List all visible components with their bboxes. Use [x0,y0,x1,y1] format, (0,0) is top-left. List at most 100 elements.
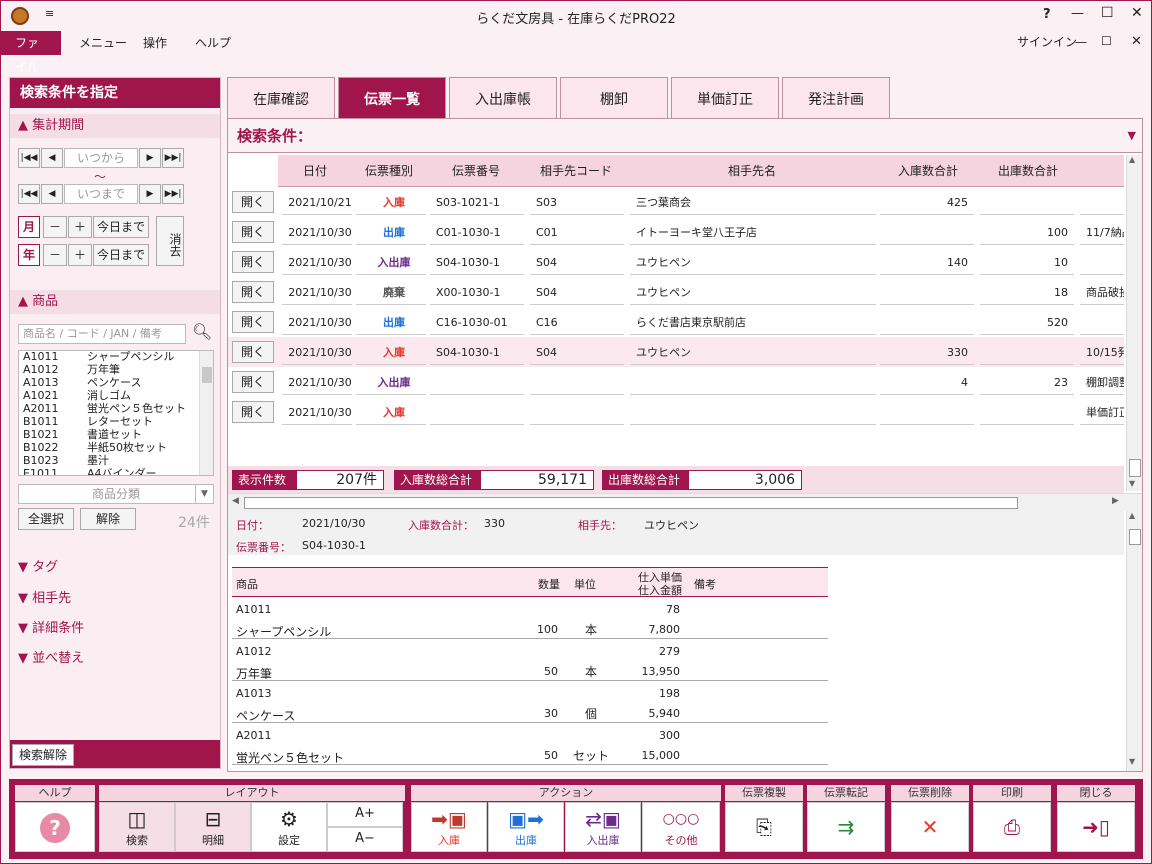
col-out-total[interactable]: 出庫数合計 [978,155,1078,187]
scroll-thumb[interactable] [202,367,212,383]
table-row[interactable]: 開く 2021/10/30廃棄X00-1030-1S04ユウヒペン 18商品破損 [228,277,1124,307]
menu-file[interactable]: ファイル [1,31,61,74]
year-plus-button[interactable]: ＋ [68,244,92,266]
layout-search-button[interactable]: ◫ 検索 [99,802,175,852]
col-in-total[interactable]: 入庫数合計 [878,155,978,187]
sub-minimize-button[interactable]: — [1075,35,1087,49]
product-list-item[interactable]: B1023 墨汁 [21,454,199,467]
tab-price-correction[interactable]: 単価訂正 [671,77,779,119]
help-button[interactable]: ? [15,802,95,852]
scroll-up-icon[interactable]: ▲ [1129,511,1135,520]
month-minus-button[interactable]: － [43,216,67,238]
to-date-input[interactable]: いつまで [64,184,138,204]
table-row[interactable]: 開く 2021/10/30入出庫 423棚卸調整 [228,367,1124,397]
scroll-thumb[interactable] [1129,459,1141,477]
product-list-item[interactable]: B1021 書道セット [21,428,199,441]
section-tag[interactable]: ▼ タグ [10,556,220,580]
delete-voucher-button[interactable]: ✕ [891,802,969,852]
font-down-button[interactable]: A− [327,827,403,852]
col-number[interactable]: 伝票番号 [426,155,526,187]
open-voucher-button[interactable]: 開く [232,251,274,273]
detail-row[interactable]: A1011 シャープペンシル 100 本 78 7,800 [232,597,828,639]
table-vscrollbar[interactable]: ▲ ▼ [1126,155,1142,491]
scroll-left-icon[interactable]: ◀ [232,496,239,506]
maximize-button[interactable]: ☐ [1101,5,1114,21]
month-plus-button[interactable]: ＋ [68,216,92,238]
table-hscrollbar[interactable]: ◀ ▶ [228,493,1142,511]
close-app-button[interactable]: ➜▯ [1057,802,1135,852]
open-voucher-button[interactable]: 開く [232,221,274,243]
first-to-button[interactable]: |◀◀ [18,184,40,204]
print-button[interactable]: ⎙ [973,802,1051,852]
table-row[interactable]: 開く 2021/10/30 出庫 C01-1030-1 C01 イトーヨーキ堂八王子店 10… [228,217,1124,247]
month-toggle[interactable]: 月 [18,216,40,238]
tab-order-plan[interactable]: 発注計画 [782,77,890,119]
scroll-down-icon[interactable]: ▼ [1129,479,1135,488]
close-button[interactable]: ✕ [1131,5,1143,21]
tab-inout-ledger[interactable]: 入出庫帳 [449,77,557,119]
product-list[interactable]: A1011 シャープペンシル A1012 万年筆 A1013 ペンケース A1021 消しゴム… [18,350,214,476]
help-icon[interactable]: ? [1043,7,1051,22]
scroll-up-icon[interactable]: ▲ [1129,155,1135,164]
copy-voucher-button[interactable]: ⎘ [725,802,803,852]
table-row[interactable]: 開く 2021/10/30 出庫 C16-1030-01 C16 らくだ書店東京駅前店 52… [228,307,1124,337]
product-list-scrollbar[interactable] [199,351,213,475]
deselect-button[interactable]: 解除 [80,508,136,530]
signin-link[interactable]: サインイン [1017,33,1077,50]
scroll-right-icon[interactable]: ▶ [1112,496,1119,506]
next-from-button[interactable]: ▶ [139,148,161,168]
tab-inventory[interactable]: 棚卸 [560,77,668,119]
section-product[interactable]: ▲ 商品 [10,290,220,314]
settings-button[interactable]: ⚙ 設定 [251,802,327,852]
col-partner-name[interactable]: 相手先名 [626,155,878,187]
search-icon[interactable]: 🔍︎ [192,322,212,341]
product-list-item[interactable]: A1011 シャープペンシル [21,351,199,363]
col-date[interactable]: 日付 [278,155,352,187]
open-voucher-button[interactable]: 開く [232,341,274,363]
open-voucher-button[interactable]: 開く [232,311,274,333]
menu-operation[interactable]: 操作 [129,31,181,55]
prev-from-button[interactable]: ◀ [41,148,63,168]
product-list-item[interactable]: A1012 万年筆 [21,363,199,376]
year-minus-button[interactable]: － [43,244,67,266]
sub-close-button[interactable]: ✕ [1131,34,1142,49]
action-in-button[interactable]: ➡▣ 入庫 [411,802,487,852]
from-date-input[interactable]: いつから [64,148,138,168]
col-partner-code[interactable]: 相手先コード [526,155,626,187]
last-to-button[interactable]: ▶▶| [162,184,184,204]
tab-stock[interactable]: 在庫確認 [227,77,335,119]
prev-to-button[interactable]: ◀ [41,184,63,204]
detail-row[interactable]: A2011 蛍光ペン５色セット 50 セット 300 15,000 [232,723,828,765]
table-row[interactable]: 開く 2021/10/30 入庫 S04-1030-1 S04 ユウヒペン 330 10/15… [228,337,1124,367]
product-list-item[interactable]: A1013 ペンケース [21,376,199,389]
section-detail-condition[interactable]: ▼ 詳細条件 [10,617,220,641]
detail-row[interactable]: A1012 万年筆 50 本 279 13,950 [232,639,828,681]
action-inout-button[interactable]: ⇄▣ 入出庫 [565,802,641,852]
product-list-item[interactable]: E1011 A4バインダー [21,467,199,475]
minimize-button[interactable]: — [1071,6,1084,21]
tab-voucher-list[interactable]: 伝票一覧 [338,77,446,119]
section-sort[interactable]: ▼ 並べ替え [10,647,220,671]
open-voucher-button[interactable]: 開く [232,371,274,393]
month-today-button[interactable]: 今日まで [93,216,149,238]
open-voucher-button[interactable]: 開く [232,281,274,303]
clear-period-button[interactable]: 消去 [156,216,184,266]
section-period[interactable]: ▲ 集計期間 [10,114,220,138]
action-out-button[interactable]: ▣➡ 出庫 [488,802,564,852]
detail-vscrollbar[interactable]: ▲ ▼ [1126,511,1142,771]
table-row[interactable]: 開く 2021/10/21 入庫 S03-1021-1 S03 三つ葉商会 425 [228,187,1124,217]
product-list-item[interactable]: A2011 蛍光ペン５色セット [21,402,199,415]
col-type[interactable]: 伝票種別 [352,155,426,187]
next-to-button[interactable]: ▶ [139,184,161,204]
open-voucher-button[interactable]: 開く [232,191,274,213]
table-row[interactable]: 開く 2021/10/30 入出庫 S04-1030-1 S04 ユウヒペン 140 10 [228,247,1124,277]
section-partner[interactable]: ▼ 相手先 [10,587,220,611]
first-from-button[interactable]: |◀◀ [18,148,40,168]
scroll-down-icon[interactable]: ▼ [1129,757,1135,766]
sub-restore-button[interactable]: ☐ [1101,34,1112,48]
layout-detail-button[interactable]: ⊟ 明細 [175,802,251,852]
product-search-input[interactable]: 商品名 / コード / JAN / 備考 [18,324,186,344]
product-list-item[interactable]: B1011 レターセット [21,415,199,428]
table-row[interactable]: 開く 2021/10/30入庫 単価訂正 [228,397,1124,427]
search-condition-bar[interactable]: 検索条件： ▼ [228,119,1142,153]
